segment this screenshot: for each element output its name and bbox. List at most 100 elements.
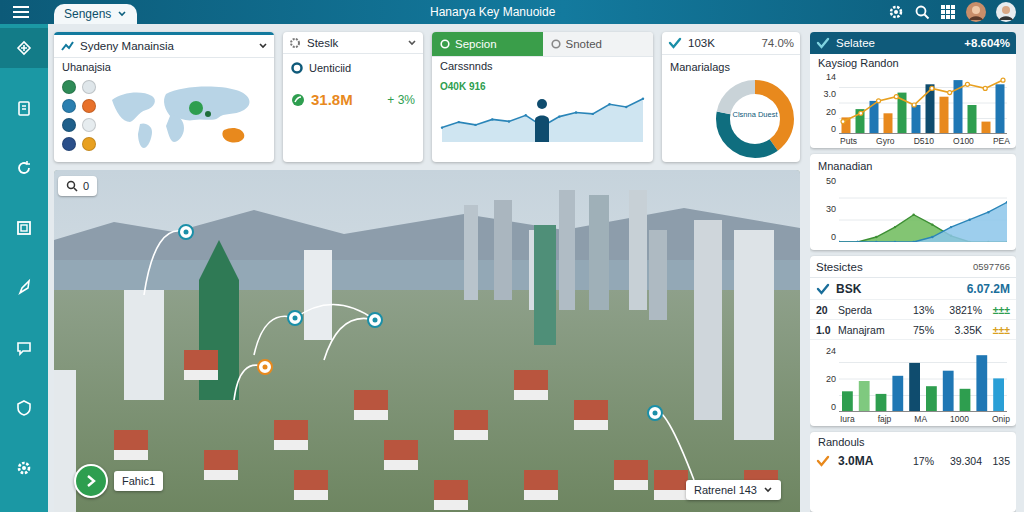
- nav-icon: [14, 98, 34, 118]
- sidebar-item[interactable]: [0, 268, 48, 308]
- sidebar-item[interactable]: [0, 28, 48, 68]
- sidebar-item[interactable]: [0, 208, 48, 248]
- card-subtitle: Kaysiog Randon: [810, 54, 1016, 72]
- row-percent: 13%: [900, 304, 934, 316]
- card-title: Sydeny Manainsia: [80, 40, 252, 52]
- avatar-icon[interactable]: [966, 2, 986, 22]
- sidebar-item[interactable]: [0, 148, 48, 188]
- tab[interactable]: Sepcion: [432, 32, 543, 56]
- donut-chart: Clsnna Duest: [712, 76, 798, 162]
- check-icon: [816, 454, 830, 468]
- left-column: Sydeny Manainsia Uhanajsia SteslkUenticiid…: [54, 32, 800, 512]
- randouls-card: Randouls3.0MA17%39.304135: [810, 432, 1016, 512]
- nav-icon: [14, 38, 34, 58]
- trend-card: Mnanadian50300: [810, 154, 1016, 250]
- map-pin-icon[interactable]: [648, 406, 662, 420]
- donut-card: 103K74.0%ManarialagsClsnna Duest: [662, 32, 800, 162]
- workspace-label: Sengens: [64, 7, 111, 21]
- y-tick: 20: [816, 374, 836, 384]
- chevron-down-icon[interactable]: [763, 485, 773, 495]
- chevron-down-icon[interactable]: [407, 38, 417, 48]
- region-card: Sydeny Manainsia Uhanajsia: [54, 32, 274, 162]
- search-icon: [66, 180, 78, 192]
- card-header: Sydeny Manainsia: [54, 32, 274, 58]
- map-pin-icon[interactable]: [288, 311, 302, 325]
- stats-card: Stesictes0597766BSK6.07.2M20Sperda13%382…: [810, 256, 1016, 426]
- map-label-text: Fahic1: [122, 475, 155, 487]
- chevron-down-icon[interactable]: [117, 9, 127, 19]
- map-label-text: Ratrenel 143: [694, 484, 757, 496]
- stat-card: SteslkUenticiid31.8M+ 3%: [283, 32, 423, 162]
- map-search[interactable]: 0: [58, 176, 97, 196]
- randouls-row[interactable]: 3.0MA17%39.304135: [810, 451, 1016, 471]
- stats-row[interactable]: 20Sperda13%3821%±±±: [810, 300, 1016, 320]
- tab[interactable]: Snoted: [543, 32, 654, 56]
- sidebar-item[interactable]: [0, 88, 48, 128]
- marker-dot: [62, 118, 76, 132]
- map-pin-icon[interactable]: [368, 313, 382, 327]
- x-label: Iura: [840, 414, 855, 424]
- main-area: Sydeny Manainsia Uhanajsia SteslkUenticiid…: [48, 24, 1024, 512]
- y-tick: 0: [816, 124, 836, 134]
- nav-icon: [14, 158, 34, 178]
- search-icon[interactable]: [914, 4, 930, 20]
- map-label[interactable]: Fahic1: [114, 471, 163, 491]
- city-map[interactable]: 0 Fahic1 Ratrenel 143: [54, 170, 800, 512]
- chevron-down-icon[interactable]: [258, 41, 268, 51]
- card-title: Selatee: [836, 37, 958, 49]
- avatar-icon[interactable]: [996, 2, 1016, 22]
- sidebar: [0, 24, 48, 512]
- stat-change: + 3%: [387, 93, 415, 107]
- stats-row[interactable]: 1.0Manajram75%3.35K±±±: [810, 320, 1016, 340]
- tab-label: Snoted: [566, 38, 602, 50]
- chart-area: 24200: [810, 340, 1016, 412]
- card-subtitle: Uhanajsia: [54, 58, 274, 76]
- person-icon: [535, 99, 549, 142]
- chart-area: 143.0200: [810, 72, 1016, 134]
- marker-dot: [82, 137, 96, 151]
- tab-bar: Sepcion Snoted: [432, 32, 653, 57]
- bar-chart: [839, 346, 1007, 412]
- marker-dot: [82, 80, 96, 94]
- x-label: fajp: [878, 414, 892, 424]
- row-number: 20: [816, 304, 836, 316]
- sidebar-item[interactable]: [0, 328, 48, 368]
- row-extra: 135: [984, 455, 1010, 467]
- workspace-dropdown[interactable]: Sengens: [54, 4, 137, 24]
- check-icon: [816, 282, 830, 296]
- y-axis: 50300: [816, 176, 836, 242]
- marker-list: [54, 76, 104, 155]
- card-title: Steslk: [307, 37, 401, 49]
- x-axis: IurafajpMA1000Onip: [810, 412, 1016, 426]
- map-pin-icon[interactable]: [258, 360, 272, 374]
- x-label: 1000: [950, 414, 969, 424]
- map-pin-icon[interactable]: [179, 225, 193, 239]
- row-count: 39.304: [936, 455, 982, 467]
- search-value: 0: [83, 180, 89, 192]
- chart-icon: [60, 39, 74, 53]
- grid-icon[interactable]: [940, 4, 956, 20]
- y-tick: 14: [816, 72, 836, 82]
- row-marks: ±±±: [984, 324, 1010, 336]
- headline-row: BSK6.07.2M: [810, 278, 1016, 300]
- x-label: PEA: [993, 136, 1010, 146]
- dashboard: SengensHanarya Key ManuoideSydeny Manain…: [0, 0, 1024, 512]
- row-name: Manajram: [838, 324, 898, 336]
- marker-dot: [62, 137, 76, 151]
- menu-icon[interactable]: [12, 5, 30, 19]
- gear-icon[interactable]: [888, 4, 904, 20]
- map-label[interactable]: Ratrenel 143: [686, 480, 781, 500]
- sidebar-item[interactable]: [0, 388, 48, 428]
- play-button[interactable]: [74, 464, 108, 498]
- ring-icon: [291, 62, 303, 74]
- x-label: D510: [914, 136, 934, 146]
- sidebar-item[interactable]: [0, 448, 48, 488]
- x-label: O100: [953, 136, 974, 146]
- card-title: Stesictes: [816, 261, 967, 273]
- nav-icon: [14, 458, 34, 478]
- nav-icon: [14, 218, 34, 238]
- card-header: Steslk: [283, 32, 423, 54]
- card-subtitle: Mnanadian: [810, 154, 1016, 176]
- row-marks: ±±±: [984, 304, 1010, 316]
- region-body: [54, 76, 274, 155]
